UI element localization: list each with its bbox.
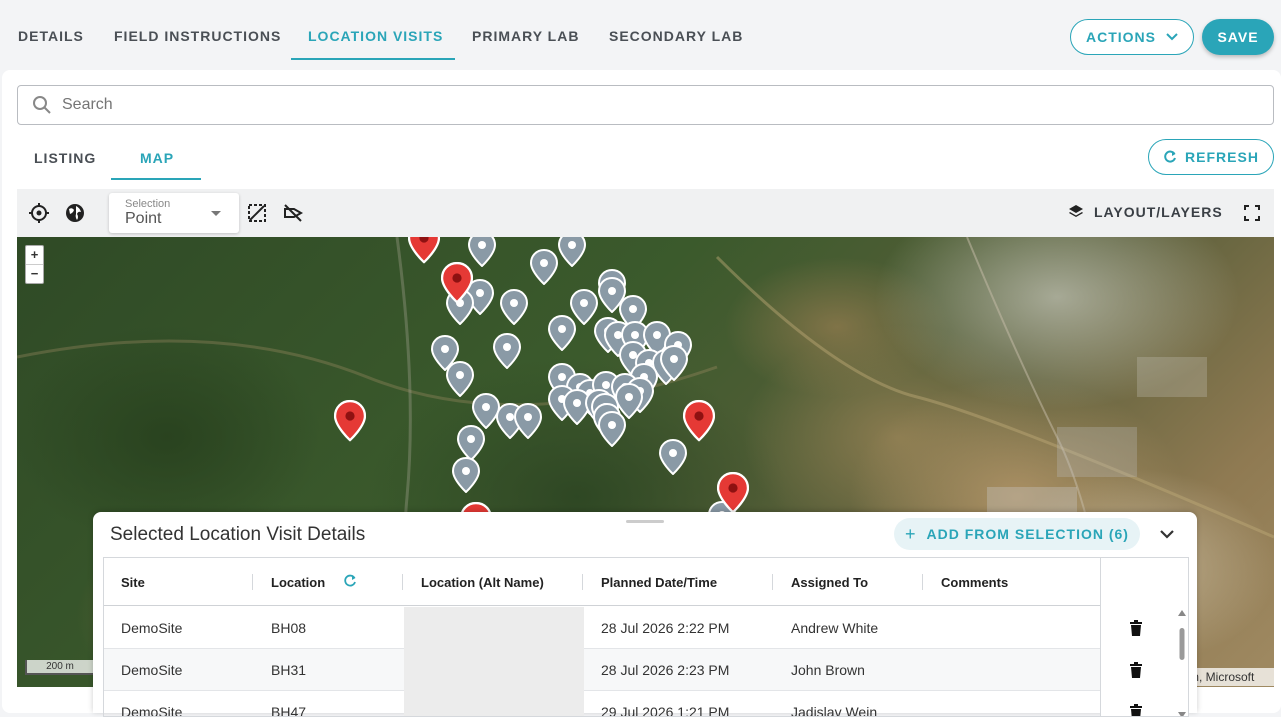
selected-details-panel: Selected Location Visit Details + ADD FR… [93,512,1197,717]
layers-label: LAYOUT/LAYERS [1094,204,1223,220]
col-divider [922,574,923,590]
active-subtab-indicator [111,178,201,180]
selection-label: Selection [125,198,171,210]
refresh-label: REFRESH [1185,149,1259,165]
crosshair-icon[interactable] [27,201,51,225]
cell-location: BH47 [271,704,307,717]
visits-table: Site Location Location (Alt Name) Planne… [103,557,1189,717]
cell-planned: 29 Jul 2026 1:21 PM [601,704,730,717]
tab-primary-lab[interactable]: PRIMARY LAB [472,28,579,44]
add-from-selection-button[interactable]: + ADD FROM SELECTION (6) [894,518,1140,550]
cell-site: DemoSite [121,620,183,636]
drag-handle[interactable] [626,520,664,523]
layers-icon [1069,205,1083,217]
refresh-button[interactable]: REFRESH [1148,139,1274,175]
lasso-select-icon[interactable] [245,201,269,225]
table-row[interactable]: DemoSite BH08 28 Jul 2026 2:22 PM Andrew… [104,607,1100,649]
map-scale: 200 m [25,660,95,675]
cell-assigned: Andrew White [791,620,879,636]
row-actions-column [1100,558,1188,717]
tab-details[interactable]: DETAILS [18,28,84,44]
location-pin-icon[interactable] [547,314,577,356]
actions-label: ACTIONS [1086,29,1156,45]
col-divider [582,574,583,590]
cell-assigned: John Brown [791,662,865,678]
refresh-icon[interactable] [343,574,357,588]
tab-secondary-lab[interactable]: SECONDARY LAB [609,28,743,44]
trash-icon[interactable] [1129,662,1143,678]
zoom-control: + − [25,245,44,284]
col-assigned[interactable]: Assigned To [791,575,868,590]
add-from-selection-label: ADD FROM SELECTION (6) [926,526,1129,542]
cell-assigned: Jadislav Wein [791,704,878,717]
trash-icon[interactable] [1129,704,1143,717]
dropdown-caret-icon [211,211,221,216]
plus-icon: + [905,523,917,544]
zoom-in-button[interactable]: + [26,246,43,264]
search-icon [33,96,51,114]
location-pin-icon[interactable] [557,237,587,272]
location-pin-icon[interactable] [499,288,529,330]
cell-site: DemoSite [121,704,183,717]
col-divider [772,574,773,590]
chevron-down-icon[interactable] [1157,524,1177,544]
selection-mode-select[interactable]: Selection Point [109,193,239,233]
selection-value: Point [125,210,162,227]
vertical-scrollbar[interactable] [1178,610,1186,717]
col-divider [252,574,253,590]
layout-layers-button[interactable]: LAYOUT/LAYERS [1068,204,1223,220]
col-planned[interactable]: Planned Date/Time [601,575,717,590]
chevron-down-icon [1166,33,1178,41]
cell-location: BH31 [271,662,307,678]
fullscreen-icon[interactable] [1240,201,1264,225]
zoom-out-button[interactable]: − [26,264,43,283]
location-pin-icon[interactable] [597,410,627,452]
globe-icon[interactable] [63,201,87,225]
location-pin-icon[interactable] [451,456,481,498]
col-divider [402,574,403,590]
location-pin-icon[interactable] [659,344,689,386]
col-comments[interactable]: Comments [941,575,1008,590]
col-site[interactable]: Site [121,575,145,590]
selected-pin-icon[interactable] [407,237,441,269]
col-location[interactable]: Location [271,575,325,590]
cell-planned: 28 Jul 2026 2:22 PM [601,620,730,636]
cell-planned: 28 Jul 2026 2:23 PM [601,662,730,678]
tab-location-visits[interactable]: LOCATION VISITS [308,28,443,44]
trash-icon[interactable] [1129,620,1143,636]
alt-name-cell [404,691,584,716]
tab-field-instructions[interactable]: FIELD INSTRUCTIONS [114,28,281,44]
clear-selection-icon[interactable] [281,201,305,225]
cell-location: BH08 [271,620,307,636]
active-tab-indicator [291,58,455,60]
col-location-alt[interactable]: Location (Alt Name) [421,575,544,590]
location-pin-icon[interactable] [492,332,522,374]
top-bar: DETAILS FIELD INSTRUCTIONS LOCATION VISI… [0,0,1281,70]
cell-site: DemoSite [121,662,183,678]
selected-pin-icon[interactable] [440,261,474,309]
save-button[interactable]: SAVE [1202,19,1274,55]
map-attribution: m, Microsoft [1185,668,1274,686]
alt-name-cell [404,649,584,691]
location-pin-icon[interactable] [529,248,559,290]
actions-button[interactable]: ACTIONS [1070,19,1194,55]
search-input[interactable] [62,96,1162,114]
table-header: Site Location Location (Alt Name) Planne… [104,558,1188,606]
location-pin-icon[interactable] [513,402,543,444]
tab-listing[interactable]: LISTING [34,150,96,166]
table-row[interactable]: DemoSite BH47 29 Jul 2026 1:21 PM Jadisl… [104,691,1100,717]
table-row[interactable]: DemoSite BH31 28 Jul 2026 2:23 PM John B… [104,649,1100,691]
refresh-icon [1164,150,1177,163]
details-title: Selected Location Visit Details [110,524,366,545]
location-pin-icon[interactable] [445,360,475,402]
search-box[interactable] [17,85,1274,125]
selected-pin-icon[interactable] [333,399,367,447]
tab-map[interactable]: MAP [140,150,174,166]
alt-name-cell [404,607,584,649]
selected-pin-icon[interactable] [682,399,716,447]
